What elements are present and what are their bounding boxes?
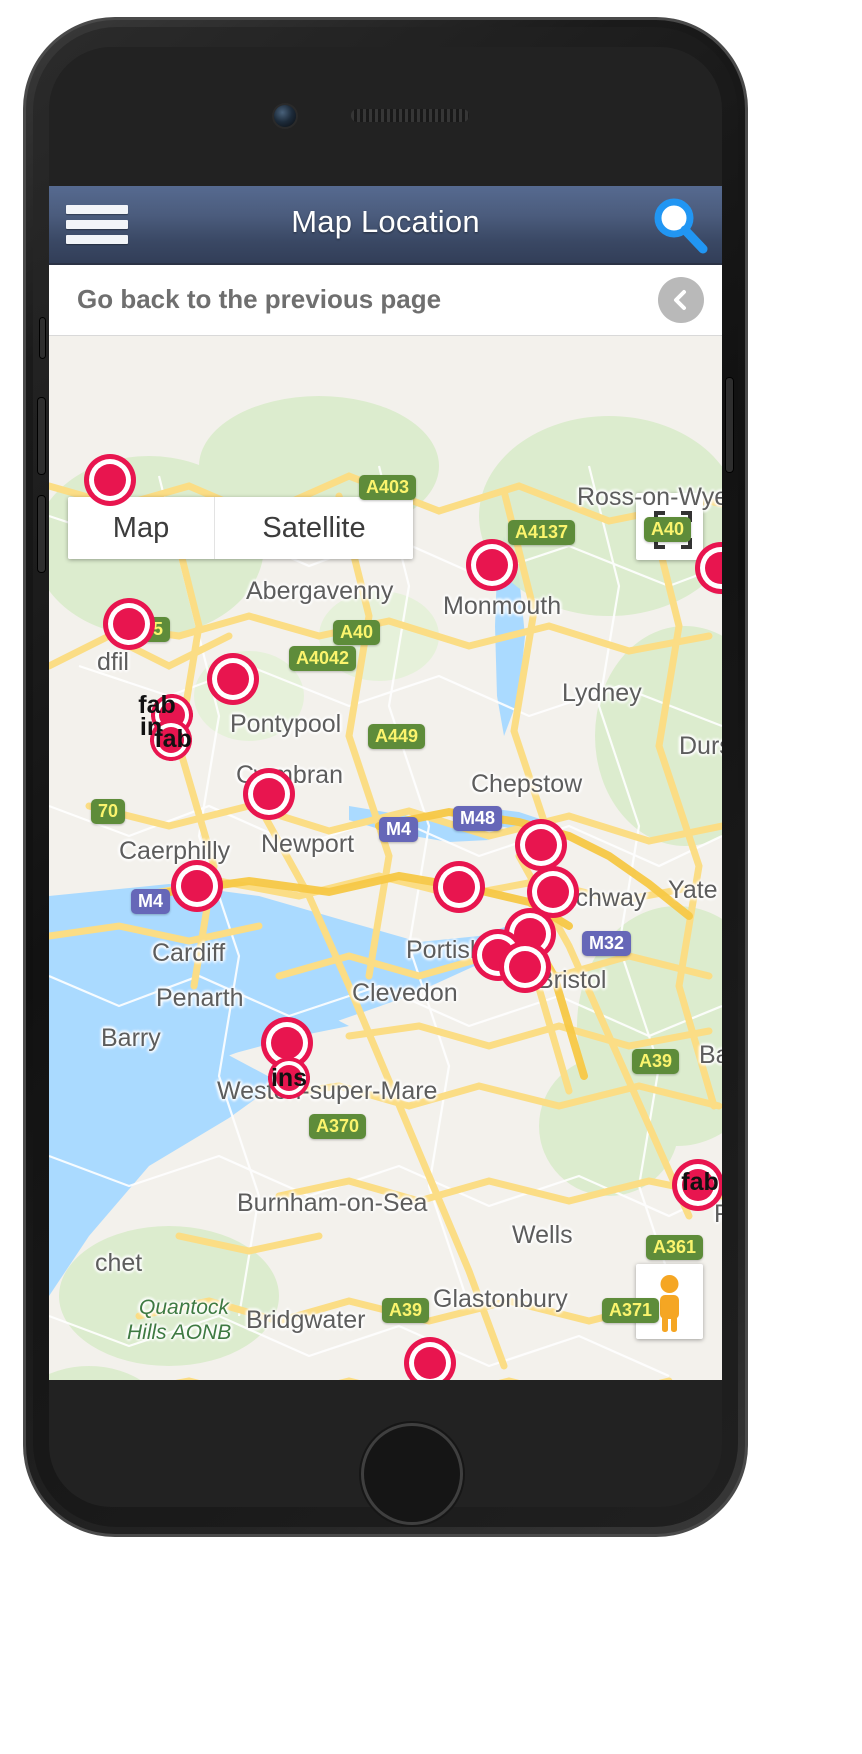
place-label: Ross-on-Wye [577,483,722,511]
home-button[interactable] [364,1426,460,1522]
place-label: Yate [668,876,718,904]
road-shield: A39 [382,1298,430,1323]
power-button[interactable] [725,377,734,473]
back-bar-label: Go back to the previous page [77,284,442,314]
place-label: Weston-super-Mare [217,1077,438,1105]
map-marker[interactable] [528,867,578,917]
place-label: Bridgwater [246,1306,366,1334]
map-marker[interactable] [172,861,222,911]
map-marker[interactable] [104,599,154,649]
road-shield: A449 [368,724,426,749]
place-label: Bath [699,1041,722,1069]
silent-switch[interactable] [39,317,46,359]
place-label: Chepstow [471,770,583,798]
map-marker[interactable] [516,820,566,870]
back-navigation-bar[interactable]: Go back to the previous page [49,265,722,336]
road-shield: A370 [309,1114,367,1139]
place-label: Burnham-on-Sea [237,1189,428,1217]
map-marker[interactable] [244,769,294,819]
map-canvas[interactable]: Map Satellite Ross-on-Wye Abergavenny Mo… [49,336,722,1380]
map-marker[interactable] [405,1338,455,1380]
map-marker[interactable] [85,455,135,505]
map-marker[interactable] [150,719,192,761]
place-label: Clevedon [352,979,458,1007]
page-title: Map Location [291,204,480,239]
place-label: Abergavenny [246,577,394,605]
road-shield: A4137 [508,520,576,545]
road-shield: 70 [91,799,126,824]
place-label: Dursley [679,732,722,760]
screenshot-stage: Map Location Go back to the previous pag… [0,0,862,1754]
volume-down-button[interactable] [37,495,46,573]
place-label: dfil [97,648,129,676]
road-shield: A39 [632,1049,680,1074]
place-label: Barry [101,1024,161,1052]
road-shield: A40 [644,517,692,542]
map-type-map-button[interactable]: Map [68,497,214,559]
place-label: Penarth [156,984,244,1012]
map-marker[interactable] [673,1160,722,1210]
map-marker[interactable] [467,540,517,590]
place-label: Newport [261,830,355,858]
road-shield: A361 [646,1235,704,1260]
map-marker[interactable] [268,1057,310,1099]
road-shield: A403 [359,475,417,500]
place-label: Monmouth [443,592,562,620]
road-shield: M4 [379,817,419,842]
map-marker[interactable] [434,862,484,912]
road-shield: A4042 [289,646,357,671]
park-label: Hills AONB [127,1321,232,1344]
road-shield: M4 [131,889,171,914]
map-type-satellite-button[interactable]: Satellite [214,497,413,559]
arrow-left-icon[interactable] [658,277,704,323]
place-label: Wells [512,1221,573,1249]
map-marker[interactable] [500,942,550,992]
phone-screen: Map Location Go back to the previous pag… [49,186,722,1380]
road-shield: M48 [453,806,503,831]
map-type-toggle[interactable]: Map Satellite [68,497,413,559]
map-marker[interactable] [696,543,722,593]
road-shield: M32 [582,931,632,956]
front-camera-icon [274,105,296,127]
park-label: Quantock [139,1296,229,1319]
place-label: Cardiff [152,939,226,967]
volume-up-button[interactable] [37,397,46,475]
search-icon[interactable] [648,194,710,256]
earpiece-speaker [351,109,469,122]
place-label: chet [95,1249,143,1277]
place-label: Lydney [562,679,642,707]
place-label: Glastonbury [433,1285,568,1313]
map-marker[interactable] [208,654,258,704]
app-header: Map Location [49,186,722,265]
place-label: Pontypool [230,710,342,738]
road-shield: A40 [333,620,381,645]
road-shield: A371 [602,1298,660,1323]
place-label: Caerphilly [119,837,231,865]
